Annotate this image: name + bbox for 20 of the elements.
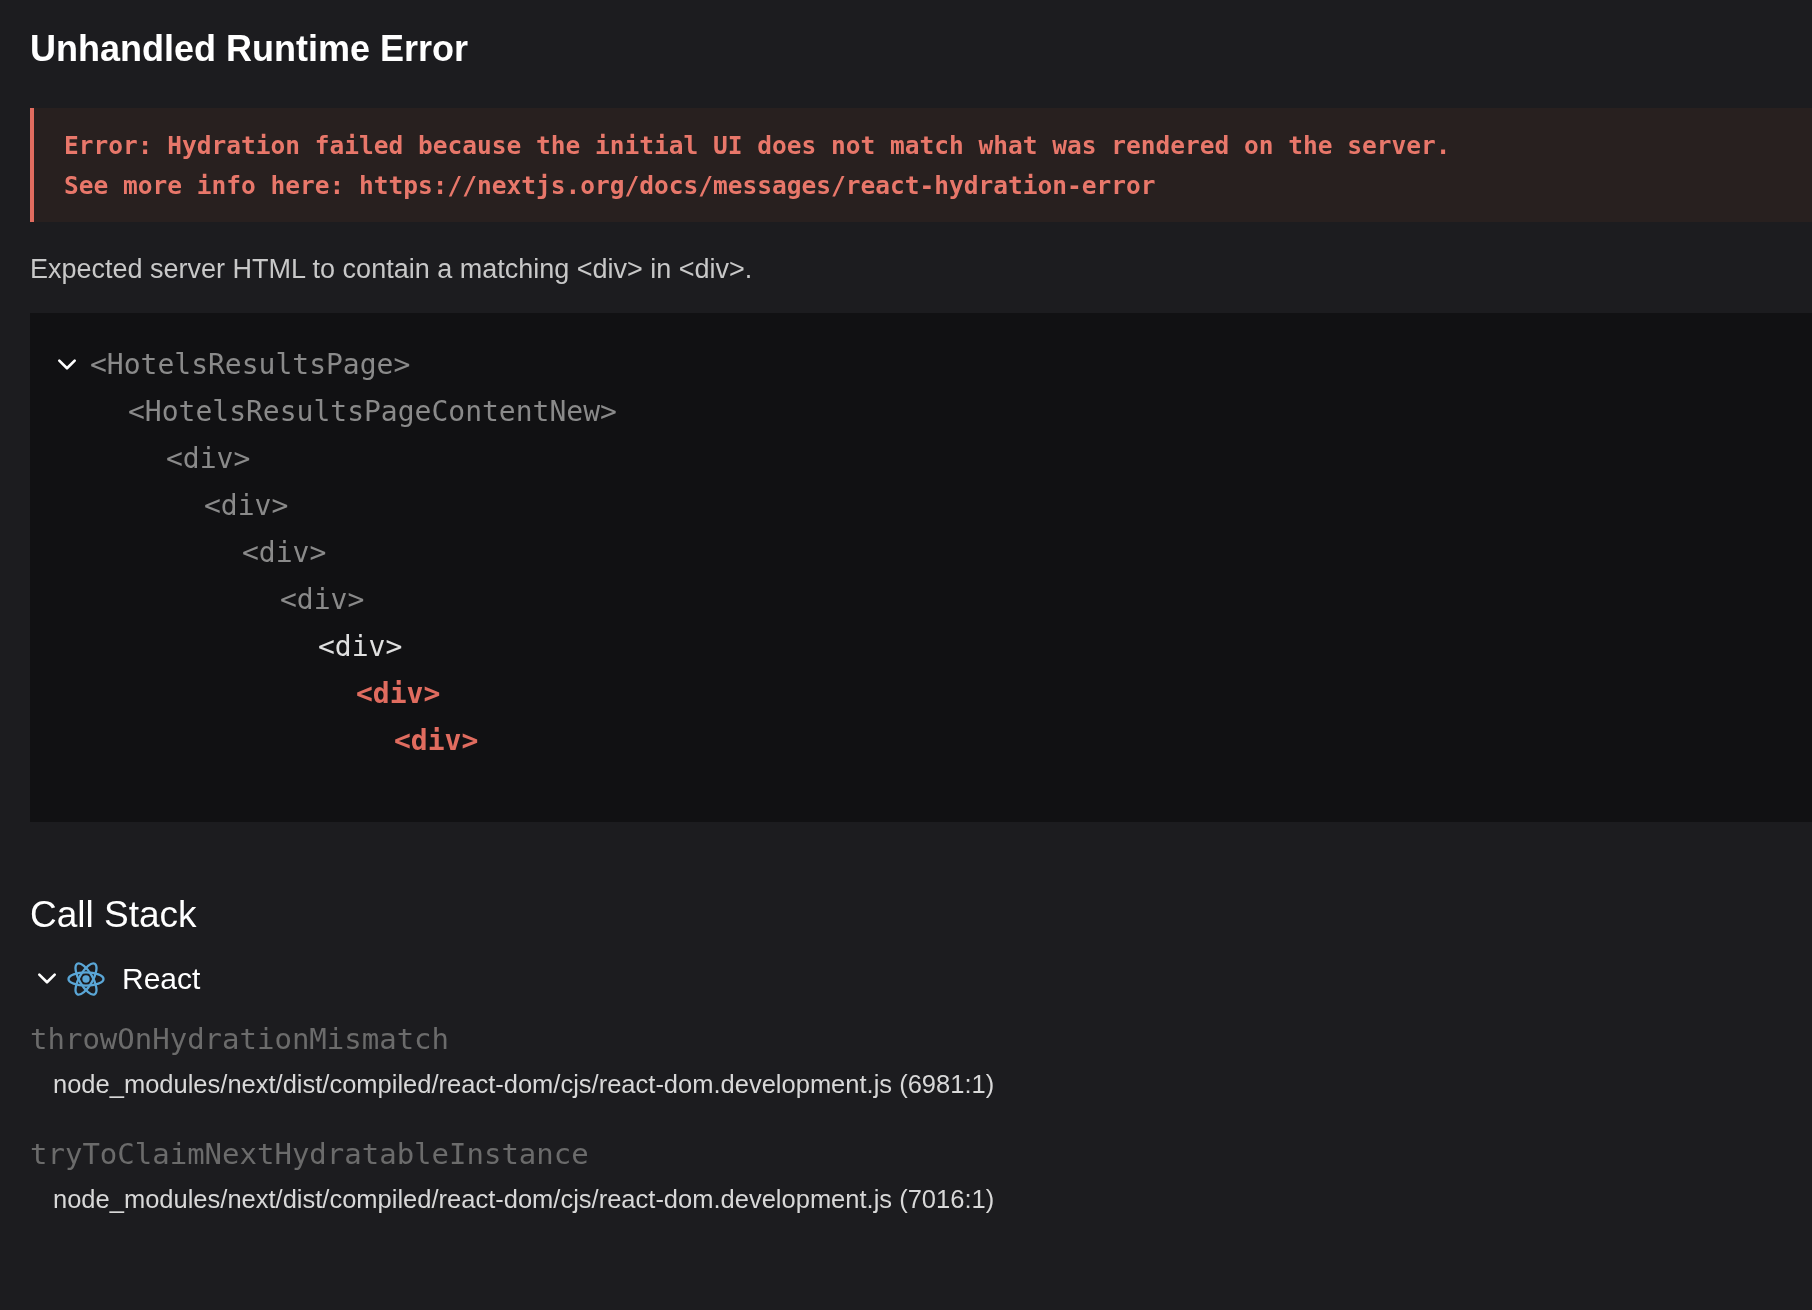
error-description: Expected server HTML to contain a matching <div> in <div>. — [30, 254, 754, 285]
call-stack-heading: Call Stack — [30, 894, 198, 936]
stack-frame-location[interactable]: node_modules/next/dist/compiled/react-dom/cjs/react-dom.development.js (7016:1) — [30, 1185, 1812, 1214]
component-tag: <HotelsResultsPageContentNew> — [128, 395, 617, 428]
error-title: Unhandled Runtime Error — [30, 28, 470, 70]
error-message-line: Error: Hydration failed because the initial UI does not match what was rendered on the server. — [64, 130, 1452, 162]
stack-frame-function: throwOnHydrationMismatch — [30, 1021, 451, 1058]
component-tag: <div> — [394, 724, 479, 757]
component-tag: <div> — [318, 630, 403, 663]
component-tag: <div> — [204, 489, 289, 522]
component-tag: <HotelsResultsPage> — [90, 348, 411, 381]
error-message-line: See more info here: https://nextjs.org/docs/messages/react-hydration-error — [64, 170, 1157, 202]
component-tag: <div> — [166, 442, 251, 475]
stack-frame-location[interactable]: node_modules/next/dist/compiled/react-dom/cjs/react-dom.development.js (6981:1) — [30, 1070, 1812, 1099]
framework-label: React — [122, 962, 201, 996]
stack-frame-function: tryToClaimNextHydratableInstance — [30, 1136, 590, 1173]
component-tag: <div> — [242, 536, 327, 569]
component-tag: <div> — [280, 583, 365, 616]
component-tag: <div> — [356, 677, 441, 710]
atom-icon — [66, 959, 106, 999]
